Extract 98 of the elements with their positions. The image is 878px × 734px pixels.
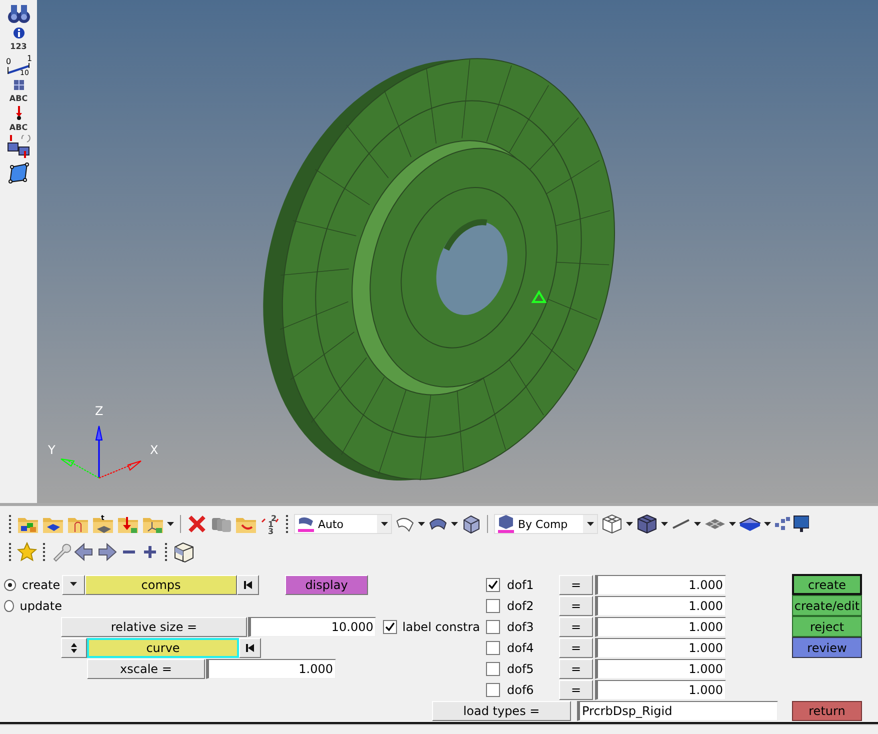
x-axis-label: X <box>150 443 158 457</box>
skip-start-icon <box>245 642 255 652</box>
monitor-icon[interactable] <box>793 514 809 534</box>
checkbox[interactable] <box>486 662 500 676</box>
solid-cube-icon[interactable] <box>636 513 658 535</box>
caret-icon[interactable] <box>586 522 594 526</box>
caret-icon[interactable] <box>451 522 458 526</box>
cube-icon[interactable] <box>461 514 481 534</box>
z-axis-arrow <box>95 426 103 478</box>
check-icon <box>488 580 498 590</box>
skip-start-icon <box>243 580 253 590</box>
caret-icon[interactable] <box>167 522 174 526</box>
radio-button[interactable] <box>4 600 14 612</box>
surface-outline-icon[interactable] <box>395 515 415 533</box>
equals-button[interactable]: = <box>559 574 593 594</box>
caret-icon[interactable] <box>70 582 77 587</box>
dof-value-field[interactable]: 1.000 <box>595 616 726 636</box>
relative-size-field[interactable]: 10.000 <box>248 616 376 636</box>
equals-button[interactable]: = <box>559 638 593 658</box>
caret-icon[interactable] <box>661 522 668 526</box>
delete-icon[interactable] <box>187 514 207 534</box>
up-down-icon <box>70 642 78 652</box>
checkbox[interactable] <box>486 682 500 696</box>
wireframe-cube-icon[interactable] <box>601 513 623 535</box>
load-types-button[interactable]: load types = <box>432 700 571 720</box>
caret-icon[interactable] <box>380 522 388 526</box>
view-cube-icon[interactable] <box>173 541 195 563</box>
dof-value-field[interactable]: 1.000 <box>595 596 726 616</box>
x-axis-arrow <box>98 460 142 478</box>
relative-size-button[interactable]: relative size = <box>61 616 248 636</box>
action-button[interactable]: create <box>792 574 862 595</box>
radio-button[interactable] <box>4 578 16 590</box>
equals-button[interactable]: = <box>559 680 593 700</box>
display-button[interactable]: display <box>285 574 368 594</box>
caret-icon[interactable] <box>626 522 633 526</box>
return-button[interactable]: return <box>792 700 862 720</box>
cube-color-icon <box>497 515 515 533</box>
color-mode-dropdown[interactable]: By Comp <box>494 514 598 534</box>
right-arrow-icon[interactable] <box>97 542 117 562</box>
grid-label-icon[interactable] <box>12 79 24 91</box>
load-types-field[interactable]: PrcrbDsp_Rigid <box>577 700 778 720</box>
z-axis-label: Z <box>95 404 104 418</box>
node-marker-icon <box>531 290 547 303</box>
y-axis-label: Y <box>48 443 56 457</box>
y-axis-arrow <box>60 458 100 478</box>
checkbox-label: label constra <box>402 620 480 634</box>
xscale-button[interactable]: xscale = <box>87 658 205 678</box>
load-planes-icon[interactable] <box>6 135 30 159</box>
radio-label: create <box>22 578 60 592</box>
checkbox[interactable] <box>486 620 500 634</box>
load-arrow-icon[interactable] <box>14 106 22 120</box>
curve-selector[interactable]: curve <box>87 638 239 658</box>
plane-grid-icon[interactable] <box>704 517 726 531</box>
action-button[interactable]: create/edit <box>792 595 862 616</box>
surface-color-icon <box>297 515 315 533</box>
caret-icon[interactable] <box>694 522 701 526</box>
dof-value-field[interactable]: 1.000 <box>595 658 726 678</box>
info-icon[interactable] <box>12 27 24 39</box>
plate-icon[interactable] <box>739 516 761 532</box>
caret-icon[interactable] <box>729 522 736 526</box>
checkbox[interactable] <box>486 578 500 592</box>
dof-label: dof6 <box>506 682 535 696</box>
label-caption: ABC <box>9 94 28 103</box>
info-caption: 123 <box>10 42 27 51</box>
dof-label: dof3 <box>506 620 535 634</box>
first-button[interactable] <box>237 574 259 594</box>
check-icon <box>385 622 396 632</box>
dof-value-field[interactable]: 1.000 <box>595 680 726 700</box>
wrench-icon[interactable] <box>51 542 71 562</box>
checkbox[interactable] <box>486 598 500 612</box>
dof-label: dof2 <box>506 598 535 612</box>
render-mode-dropdown[interactable]: Auto <box>294 514 392 534</box>
label-caption: ABC <box>9 123 28 132</box>
dof-value-field[interactable]: 1.000 <box>595 574 726 594</box>
toggle-button[interactable] <box>61 638 87 658</box>
binoculars-icon[interactable] <box>6 2 30 24</box>
dropdown-button[interactable] <box>62 574 85 594</box>
checkbox[interactable] <box>486 640 500 654</box>
squares-icon[interactable] <box>774 516 790 532</box>
xscale-field[interactable]: 1.000 <box>206 658 336 678</box>
checkbox[interactable] <box>383 620 398 634</box>
entity-selector[interactable]: comps <box>85 574 237 594</box>
line-icon[interactable] <box>671 517 691 531</box>
caret-icon[interactable] <box>418 522 425 526</box>
equals-button[interactable]: = <box>559 658 593 678</box>
dof-value-field[interactable]: 1.000 <box>595 638 726 658</box>
equals-button[interactable]: = <box>559 616 593 636</box>
star-icon[interactable] <box>17 542 37 562</box>
caret-icon[interactable] <box>764 522 771 526</box>
dof-label: dof5 <box>506 662 535 676</box>
first-button[interactable] <box>239 638 261 658</box>
review-button[interactable]: review <box>792 637 862 658</box>
equals-button[interactable]: = <box>559 596 593 616</box>
action-button[interactable]: reject <box>792 616 862 637</box>
dof-label: dof1 <box>506 578 535 592</box>
radio-label: update <box>20 598 62 612</box>
dof-label: dof4 <box>506 640 535 654</box>
left-arrow-icon[interactable] <box>74 542 94 562</box>
